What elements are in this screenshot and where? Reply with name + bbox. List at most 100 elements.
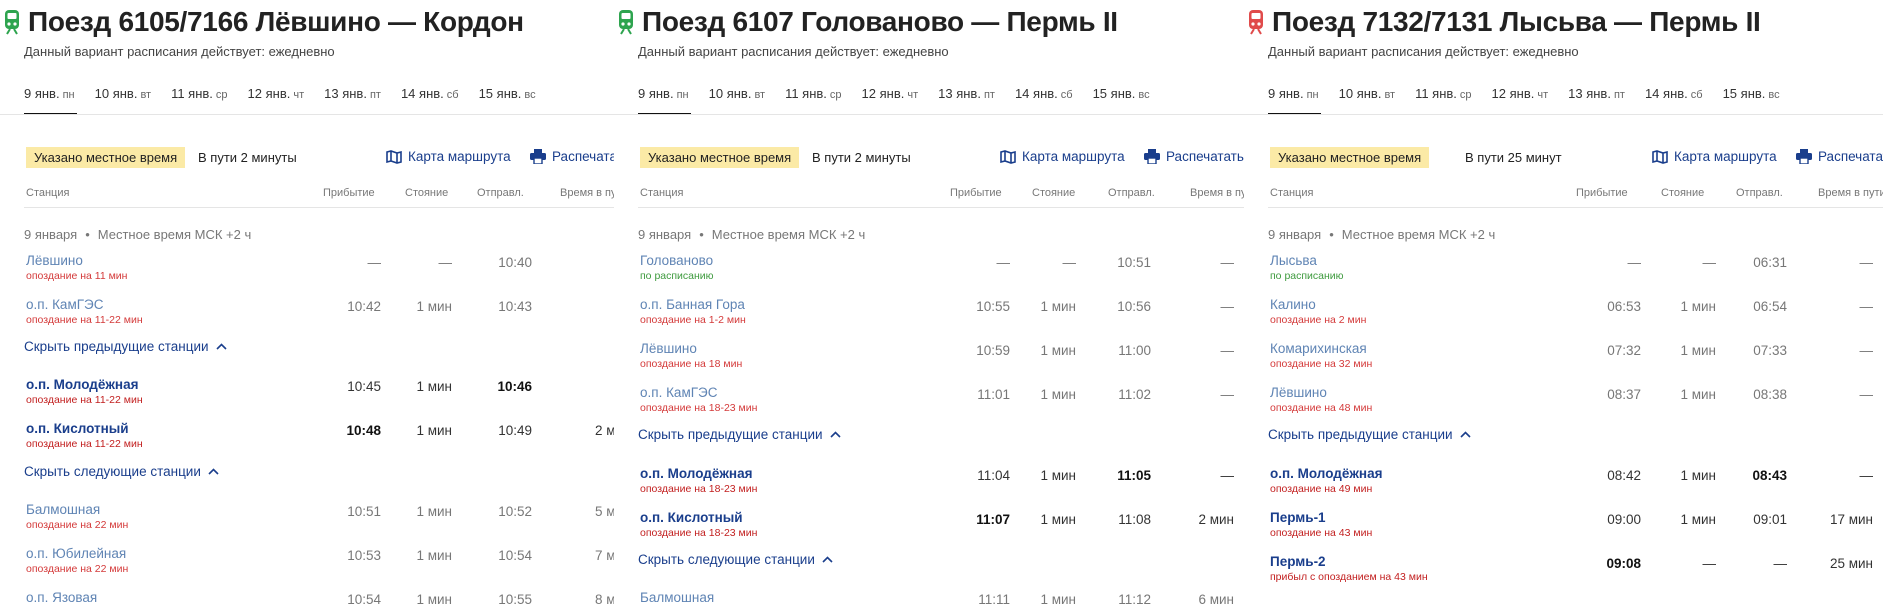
- print-button[interactable]: Распечатать: [1796, 149, 1883, 164]
- station-link[interactable]: о.п. КамГЭС: [26, 297, 104, 312]
- hide-previous-stations[interactable]: Скрыть предыдущие станции: [1268, 427, 1471, 442]
- tab-date[interactable]: 9 янв. пн: [1268, 86, 1321, 115]
- station-link[interactable]: Балмошная: [640, 590, 714, 605]
- tab-date[interactable]: 10 янв. вт: [95, 86, 151, 114]
- tab-date[interactable]: 14 янв. сб: [1645, 86, 1703, 114]
- route-map-button[interactable]: Карта маршрута: [386, 149, 511, 164]
- station-link[interactable]: Лёвшино: [640, 341, 697, 356]
- table-row: о.п. Кислотный опоздание на 11-22 мин 10…: [26, 421, 614, 450]
- page-title: Поезд 6107 Голованово — Пермь II: [642, 6, 1118, 37]
- schedule-subtitle: Данный вариант расписания действует: еже…: [1268, 44, 1579, 59]
- delay-status: опоздание на 43 мин: [1270, 527, 1373, 539]
- station-link[interactable]: Калино: [1270, 297, 1316, 312]
- tab-date[interactable]: 12 янв. чт: [862, 86, 919, 114]
- table-row: Пермь-1 опоздание на 43 мин 09:00 1 мин …: [1270, 510, 1873, 539]
- tab-date[interactable]: 14 янв. сб: [1015, 86, 1073, 114]
- date-tabs: 9 янв. пн 10 янв. вт 11 янв. ср 12 янв. чт 1…: [638, 86, 1170, 115]
- delay-status: опоздание на 48 мин: [1270, 402, 1373, 414]
- station-link[interactable]: Пермь-2: [1270, 554, 1326, 569]
- table-header: Станция Прибытие Стояние Отправл. Время …: [26, 187, 614, 199]
- chevron-up-icon: [822, 556, 833, 563]
- divider: [638, 207, 1244, 208]
- tab-date[interactable]: 9 янв. пн: [24, 86, 77, 115]
- table-row: о.п. Кислотный опоздание на 18-23 мин 11…: [640, 510, 1234, 539]
- table-row: о.п. КамГЭС опоздание на 11-22 мин 10:42…: [26, 297, 532, 326]
- train-panel-3: Поезд 7132/7131 Лысьва — Пермь II Данный…: [1244, 0, 1883, 610]
- table-row: о.п. Молодёжная опоздание на 18-23 мин 1…: [640, 466, 1234, 495]
- station-link[interactable]: Голованово: [640, 253, 713, 268]
- table-row: Комарихинская опоздание на 32 мин 07:32 …: [1270, 341, 1873, 370]
- print-button[interactable]: Распечатать: [530, 149, 614, 164]
- table-row: о.п. Юбилейная опоздание на 22 мин 10:53…: [26, 546, 614, 575]
- chevron-up-icon: [208, 468, 219, 475]
- delay-status: опоздание на 11-22 мин: [26, 394, 143, 406]
- local-time-badge: Указано местное время: [1270, 147, 1430, 168]
- title-row: Поезд 7132/7131 Лысьва — Пермь II: [1246, 6, 1761, 38]
- hide-previous-stations[interactable]: Скрыть предыдущие станции: [638, 427, 841, 442]
- chevron-up-icon: [1459, 431, 1471, 438]
- train-panel-2: Поезд 6107 Голованово — Пермь II Данный …: [614, 0, 1244, 610]
- route-map-button[interactable]: Карта маршрута: [1652, 149, 1777, 164]
- station-link[interactable]: Пермь-1: [1270, 510, 1326, 525]
- tab-date[interactable]: 13 янв. пт: [938, 86, 995, 114]
- station-link[interactable]: о.п. КамГЭС: [640, 385, 718, 400]
- table-header: Станция Прибытие Стояние Отправл. Время …: [1270, 187, 1883, 199]
- table-row: Голованово по расписанию — — 10:51 —: [640, 253, 1234, 282]
- route-map-button[interactable]: Карта маршрута: [1000, 149, 1125, 164]
- station-link[interactable]: о.п. Юбилейная: [26, 546, 126, 561]
- station-link[interactable]: о.п. Банная Гора: [640, 297, 745, 312]
- tab-date[interactable]: 9 янв. пн: [638, 86, 691, 115]
- tab-date[interactable]: 15 янв. вс: [1093, 86, 1150, 114]
- delay-status: опоздание на 1-2 мин: [640, 314, 746, 326]
- divider: [614, 114, 1244, 115]
- tab-date[interactable]: 13 янв. пт: [1568, 86, 1625, 114]
- tab-date[interactable]: 10 янв. вт: [1339, 86, 1395, 114]
- print-button[interactable]: Распечатать: [1144, 149, 1244, 164]
- tab-date[interactable]: 13 янв. пт: [324, 86, 381, 114]
- local-time-badge: Указано местное время: [640, 147, 800, 168]
- printer-icon: [1796, 149, 1812, 164]
- station-link[interactable]: Комарихинская: [1270, 341, 1367, 356]
- station-link[interactable]: о.п. Кислотный: [640, 510, 743, 525]
- hide-previous-stations[interactable]: Скрыть предыдущие станции: [24, 339, 227, 354]
- table-header: Станция Прибытие Стояние Отправл. Время …: [640, 187, 1244, 199]
- station-link[interactable]: о.п. Кислотный: [26, 421, 129, 436]
- tab-date[interactable]: 11 янв. ср: [785, 86, 841, 114]
- chevron-up-icon: [829, 431, 841, 438]
- station-link[interactable]: Балмошная: [26, 502, 100, 517]
- station-link[interactable]: о.п. Молодёжная: [640, 466, 752, 481]
- delay-status: опоздание на 32 мин: [1270, 358, 1373, 370]
- train-panel-1: Поезд 6105/7166 Лёвшино — Кордон Данный …: [0, 0, 614, 610]
- delay-status: опоздание на 22 мин: [26, 563, 129, 575]
- tab-date[interactable]: 12 янв. чт: [248, 86, 305, 114]
- divider: [0, 114, 614, 115]
- tab-date[interactable]: 14 янв. сб: [401, 86, 459, 114]
- train-icon: [619, 10, 633, 35]
- delay-status: прибыл с опозданием на 43 мин: [1270, 571, 1428, 583]
- map-icon: [1000, 149, 1016, 164]
- delay-status: опоздание на 18-23 мин: [640, 402, 758, 414]
- tab-date[interactable]: 15 янв. вс: [1723, 86, 1780, 114]
- tab-date[interactable]: 15 янв. вс: [479, 86, 536, 114]
- hide-next-stations[interactable]: Скрыть следующие станции: [24, 464, 219, 479]
- tab-date[interactable]: 11 янв. ср: [1415, 86, 1471, 114]
- station-link[interactable]: Лёвшино: [26, 253, 83, 268]
- map-icon: [1652, 149, 1668, 164]
- station-link[interactable]: о.п. Молодёжная: [1270, 466, 1382, 481]
- tab-date[interactable]: 10 янв. вт: [709, 86, 765, 114]
- hide-next-stations[interactable]: Скрыть следующие станции: [638, 552, 833, 567]
- table-row: Пермь-2 прибыл с опозданием на 43 мин 09…: [1270, 554, 1873, 583]
- tab-date[interactable]: 12 янв. чт: [1492, 86, 1549, 114]
- delay-status: по расписанию: [1270, 270, 1344, 282]
- station-link[interactable]: Лёвшино: [1270, 385, 1327, 400]
- delay-status: опоздание на 49 мин: [1270, 483, 1373, 495]
- delay-status: опоздание на 11 мин: [26, 270, 128, 282]
- station-link[interactable]: о.п. Молодёжная: [26, 377, 138, 392]
- toolbar: Указано местное время В пути 2 минуты Ка…: [24, 147, 614, 169]
- station-link[interactable]: о.п. Язовая: [26, 590, 97, 605]
- tab-date[interactable]: 11 янв. ср: [171, 86, 227, 114]
- station-link[interactable]: Лысьва: [1270, 253, 1317, 268]
- local-time-badge: Указано местное время: [26, 147, 186, 168]
- table-row: о.п. Молодёжная опоздание на 49 мин 08:4…: [1270, 466, 1873, 495]
- page-title: Поезд 6105/7166 Лёвшино — Кордон: [28, 6, 524, 37]
